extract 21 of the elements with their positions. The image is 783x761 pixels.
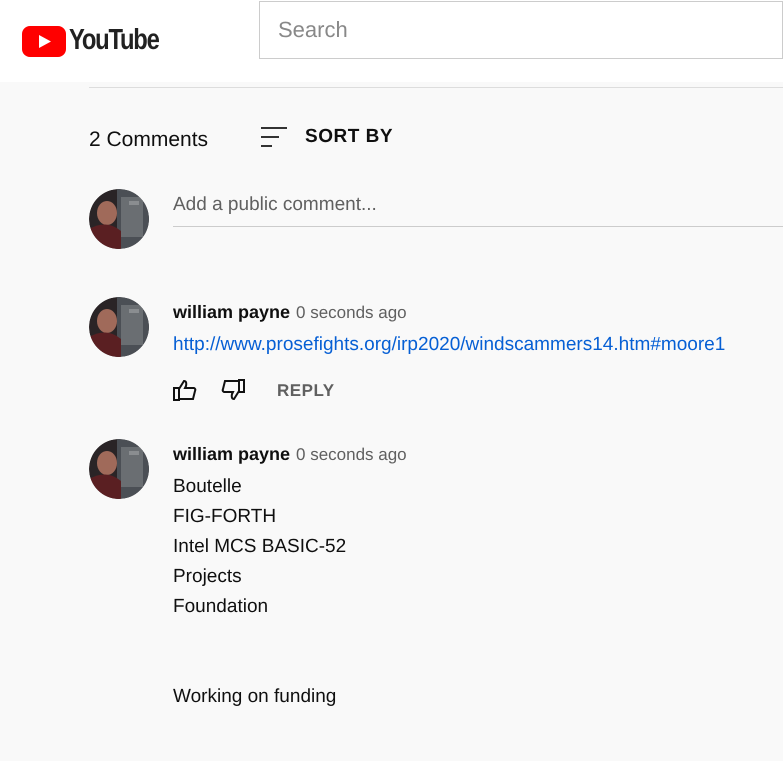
- comment-text: Foundation: [173, 595, 270, 619]
- comment-link[interactable]: http://www.prosefights.org/irp2020/windscammers14.htm#moore1: [173, 330, 738, 360]
- comment-field[interactable]: Add a public comment...: [173, 188, 783, 226]
- sort-icon: [260, 126, 288, 148]
- comment-time[interactable]: 0 seconds ago: [296, 300, 407, 325]
- author-name[interactable]: william payne: [173, 298, 290, 326]
- comment-text: Intel MCS BASIC-52: [173, 535, 348, 559]
- logo-text[interactable]: YouTube: [69, 19, 159, 63]
- comment-text: Projects: [173, 565, 243, 589]
- reply-button[interactable]: REPLY: [277, 378, 335, 403]
- comment-text: FIG-FORTH: [173, 505, 278, 529]
- play-icon: [22, 26, 66, 56]
- comment-text: Boutelle: [173, 475, 243, 499]
- comment-text: Working on funding: [173, 685, 338, 709]
- comment-time[interactable]: 0 seconds ago: [296, 442, 407, 468]
- search-field[interactable]: Search: [259, 1, 783, 59]
- thumbs-down-icon[interactable]: [221, 379, 245, 402]
- thumbs-up-icon[interactable]: [173, 379, 197, 402]
- sort-button[interactable]: SORT BY: [260, 122, 393, 151]
- comment-count: 2 Comments: [89, 127, 208, 153]
- author-name[interactable]: william payne: [173, 441, 290, 468]
